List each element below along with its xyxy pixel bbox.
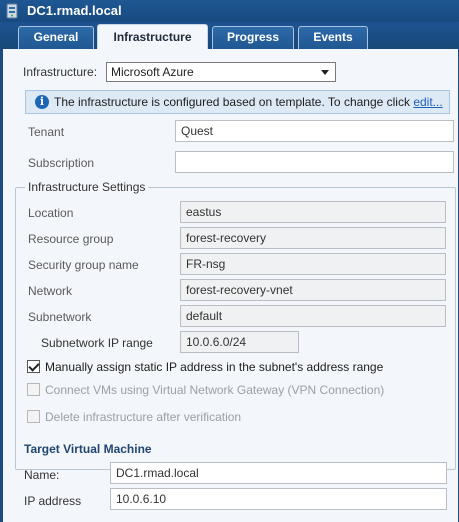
info-text: The infrastructure is configured based o… xyxy=(54,95,414,109)
infrastructure-panel: Infrastructure: Microsoft Azure i The in… xyxy=(3,49,458,522)
edit-link[interactable]: edit... xyxy=(413,95,442,109)
tenant-label: Tenant xyxy=(28,125,65,139)
subscription-label: Subscription xyxy=(28,156,95,170)
location-field: eastus xyxy=(180,201,446,223)
target-vm-title: Target Virtual Machine xyxy=(24,442,152,456)
network-field: forest-recovery-vnet xyxy=(180,279,446,301)
security-group-field: FR-nsg xyxy=(180,253,446,275)
tab-events[interactable]: Events xyxy=(298,26,368,49)
manual-ip-checkbox[interactable] xyxy=(27,360,40,373)
subnet-range-label: Subnetwork IP range xyxy=(41,336,153,350)
location-label: Location xyxy=(28,206,74,220)
tab-general[interactable]: General xyxy=(18,26,94,49)
tab-strip: General Infrastructure Progress Events xyxy=(0,22,459,50)
tenant-field[interactable]: Quest xyxy=(175,120,454,142)
subnetwork-label: Subnetwork xyxy=(28,310,92,324)
vpn-checkbox[interactable] xyxy=(27,383,40,396)
manual-ip-label: Manually assign static IP address in the… xyxy=(45,360,384,374)
tab-progress[interactable]: Progress xyxy=(212,26,294,49)
resource-group-field: forest-recovery xyxy=(180,227,446,249)
vpn-label: Connect VMs using Virtual Network Gatewa… xyxy=(45,383,385,397)
chevron-down-icon[interactable] xyxy=(321,70,329,75)
subnetwork-field: default xyxy=(180,305,446,327)
vm-name-label: Name: xyxy=(24,468,60,482)
info-bar: i The infrastructure is configured based… xyxy=(25,90,450,114)
infrastructure-label: Infrastructure: xyxy=(23,65,98,79)
server-icon xyxy=(6,3,18,19)
delete-infra-checkbox[interactable] xyxy=(27,410,40,423)
infrastructure-select-value: Microsoft Azure xyxy=(111,65,194,79)
tab-infrastructure[interactable]: Infrastructure xyxy=(97,24,208,50)
info-icon: i xyxy=(35,95,49,109)
ip-address-label: IP address xyxy=(24,494,82,508)
security-group-label: Security group name xyxy=(28,258,139,272)
info-message: The infrastructure is configured based o… xyxy=(54,95,443,109)
resource-group-label: Resource group xyxy=(28,232,114,246)
window-title: DC1.rmad.local xyxy=(27,3,122,18)
subnet-range-field: 10.0.6.0/24 xyxy=(180,331,299,353)
vm-name-field[interactable]: DC1.rmad.local xyxy=(110,462,447,484)
network-label: Network xyxy=(28,284,73,298)
ip-address-field[interactable]: 10.0.6.10 xyxy=(110,488,447,510)
infrastructure-select[interactable]: Microsoft Azure xyxy=(106,62,336,82)
subscription-field[interactable] xyxy=(175,151,454,173)
title-bar: DC1.rmad.local xyxy=(0,0,459,22)
infrastructure-settings-legend: Infrastructure Settings xyxy=(25,180,149,194)
delete-infra-label: Delete infrastructure after verification xyxy=(45,410,242,424)
